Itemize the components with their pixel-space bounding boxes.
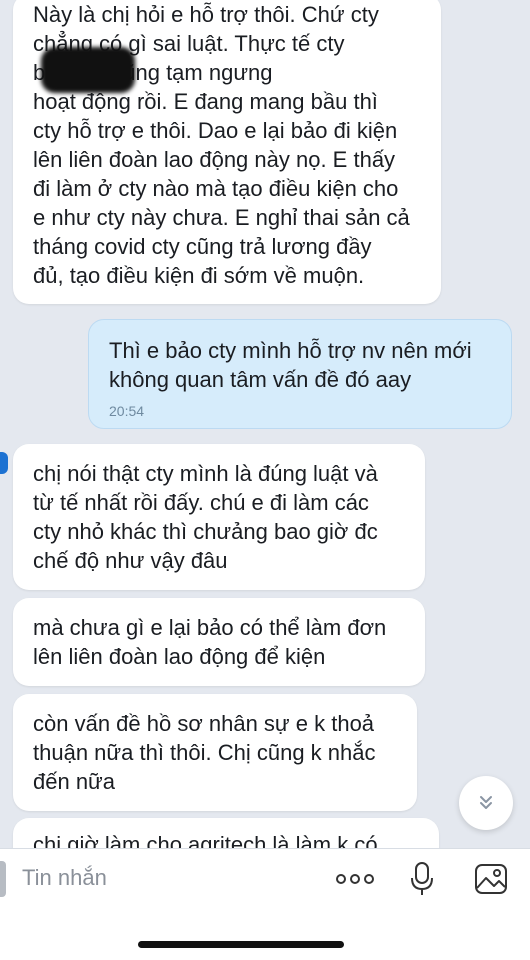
message-time: 20:54: [109, 403, 145, 419]
message-input-bar: Tin nhắn: [0, 848, 530, 960]
more-dots-icon[interactable]: [335, 872, 375, 886]
chat-thread[interactable]: Này là chị hỏi e hỗ trợ thôi. Chứ cty ch…: [0, 0, 530, 848]
message-bubble[interactable]: còn vấn đề hồ sơ nhân sự e k thoả thuận …: [13, 694, 417, 811]
message-bubble[interactable]: mà chưa gì e lại bảo có thể làm đơn lên …: [13, 598, 425, 686]
message-bubble[interactable]: Này là chị hỏi e hỗ trợ thôi. Chứ cty ch…: [13, 0, 441, 304]
message-bubble[interactable]: chị giờ làm cho agritech là làm k có: [13, 818, 439, 848]
message-text: mà chưa gì e lại bảo có thể làm đơn lên …: [33, 615, 387, 669]
home-indicator: [138, 941, 344, 948]
message-bubble-outgoing[interactable]: Thì e bảo cty mình hỗ trợ nv nên mới khô…: [88, 319, 512, 429]
message-bubble[interactable]: chị nói thật cty mình là đúng luật và từ…: [13, 444, 425, 590]
message-text: còn vấn đề hồ sơ nhân sự e k thoả thuận …: [33, 711, 376, 794]
image-icon[interactable]: [474, 863, 508, 895]
message-text: Thì e bảo cty mình hỗ trợ nv nên mới khô…: [109, 338, 472, 392]
chevron-double-down-icon: [480, 796, 492, 809]
message-text: chị giờ làm cho agritech là làm k có: [33, 832, 378, 848]
message-text: chị nói thật cty mình là đúng luật và từ…: [33, 461, 378, 573]
input-caret: [0, 861, 6, 897]
sender-indicator: [0, 452, 8, 474]
redacted-region: [41, 47, 135, 93]
message-input[interactable]: Tin nhắn: [22, 865, 107, 891]
microphone-icon[interactable]: [411, 861, 433, 897]
message-text: Này là chị hỏi e hỗ trợ thôi. Chứ cty ch…: [33, 2, 410, 288]
scroll-down-button[interactable]: [459, 776, 513, 830]
